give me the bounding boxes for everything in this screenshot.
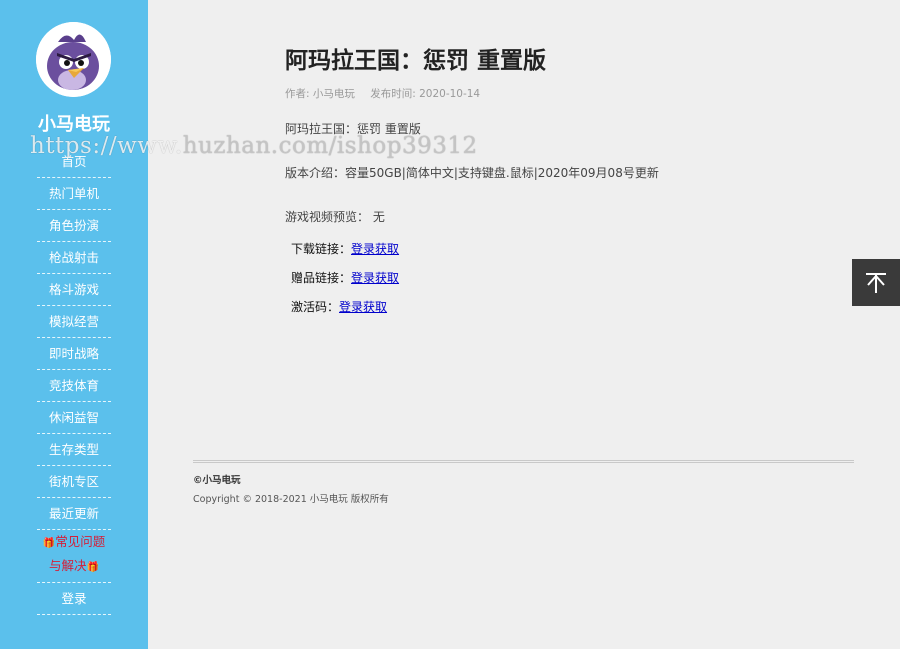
activation-label: 激活码：	[291, 300, 340, 314]
article-publish-time: 发布时间: 2020-10-14	[370, 88, 481, 100]
download-row: 下载链接：登录获取	[291, 240, 399, 257]
gift-row: 赠品链接：登录获取	[291, 269, 399, 286]
article-author: 作者: 小马电玩	[285, 88, 355, 100]
gift-label: 赠品链接：	[291, 271, 352, 285]
footer: ©小马电玩 Copyright © 2018-2021 小马电玩 版权所有	[193, 460, 854, 505]
back-to-top-button[interactable]	[852, 259, 900, 306]
download-login-link[interactable]: 登录获取	[351, 242, 399, 256]
nav-item-rts[interactable]: 即时战略	[37, 338, 111, 370]
footer-brand: ©小马电玩	[193, 475, 241, 486]
gift-icon: 🎁	[86, 562, 99, 573]
angry-bird-avatar-icon	[36, 22, 111, 97]
nav-item-recent[interactable]: 最近更新	[37, 498, 111, 530]
article-meta: 作者: 小马电玩 发布时间: 2020-10-14	[285, 86, 492, 101]
nav-item-faq[interactable]: 🎁常见问题与解决🎁	[37, 530, 111, 583]
nav-item-survival[interactable]: 生存类型	[37, 434, 111, 466]
nav-item-login[interactable]: 登录	[37, 583, 111, 615]
activation-row: 激活码：登录获取	[291, 298, 387, 315]
main-nav: 首页 热门单机 角色扮演 枪战射击 格斗游戏 模拟经营 即时战略 竞技体育 休闲…	[37, 146, 111, 615]
nav-item-fighting[interactable]: 格斗游戏	[37, 274, 111, 306]
activation-login-link[interactable]: 登录获取	[339, 300, 387, 314]
game-name-line: 阿玛拉王国：惩罚 重置版	[285, 122, 421, 136]
nav-item-sports[interactable]: 竞技体育	[37, 370, 111, 402]
nav-item-simulation[interactable]: 模拟经营	[37, 306, 111, 338]
nav-item-hot-single[interactable]: 热门单机	[37, 178, 111, 210]
download-label: 下载链接：	[291, 242, 352, 256]
site-name: 小马电玩	[38, 114, 110, 135]
nav-item-home[interactable]: 首页	[37, 146, 111, 178]
nav-item-shooter[interactable]: 枪战射击	[37, 242, 111, 274]
article-title: 阿玛拉王国：惩罚 重置版	[285, 48, 547, 74]
footer-divider	[193, 460, 854, 463]
version-info-line: 版本介绍：容量50GB|简体中文|支持键盘.鼠标|2020年09月08号更新	[285, 166, 659, 180]
gift-icon: 🎁	[42, 538, 56, 549]
nav-item-arcade[interactable]: 街机专区	[37, 466, 111, 498]
video-preview-line: 游戏视频预览： 无	[285, 210, 385, 224]
footer-copyright: Copyright © 2018-2021 小马电玩 版权所有	[193, 494, 389, 505]
sidebar: 小马电玩 首页 热门单机 角色扮演 枪战射击 格斗游戏 模拟经营 即时战略 竞技…	[0, 0, 148, 649]
gift-login-link[interactable]: 登录获取	[351, 271, 399, 285]
arrow-up-icon	[866, 272, 886, 293]
nav-item-casual[interactable]: 休闲益智	[37, 402, 111, 434]
nav-item-rpg[interactable]: 角色扮演	[37, 210, 111, 242]
